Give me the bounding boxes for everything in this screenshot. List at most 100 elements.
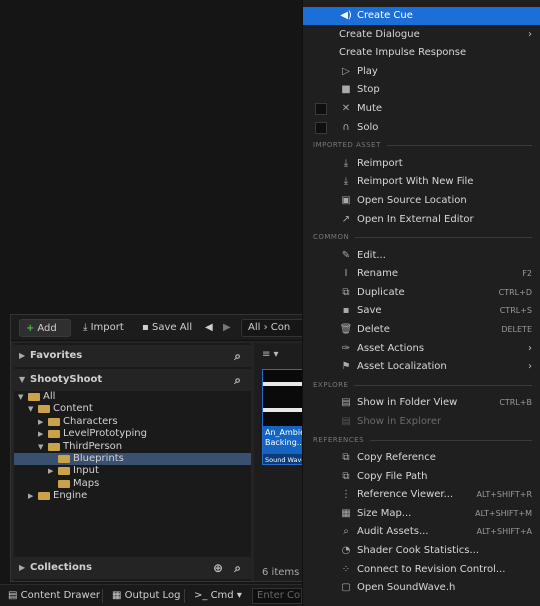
menu-item-show-in-folder-view[interactable]: ▤ Show in Folder View CTRL+B bbox=[303, 394, 540, 412]
content-browser-panel: + Add ⤓ Import ▪ Save All ◀ ▶ All › Con ▶… bbox=[10, 314, 321, 582]
add-collection-icon[interactable]: ⊕ bbox=[213, 557, 223, 579]
output-log-button[interactable]: ▦ Output Log bbox=[112, 585, 180, 606]
tree-folder-all[interactable]: ▼ All bbox=[14, 391, 251, 403]
menu-item-label: Stop bbox=[357, 84, 380, 96]
breadcrumb-content[interactable]: Con bbox=[271, 322, 290, 333]
menu-item-label: Connect to Revision Control... bbox=[357, 563, 506, 575]
add-button[interactable]: + Add bbox=[19, 319, 71, 337]
menu-item-solo[interactable]: ∩ Solo bbox=[303, 119, 540, 137]
tree-folder-label: Content bbox=[53, 403, 93, 415]
search-icon[interactable]: ⌕ bbox=[234, 369, 241, 391]
menu-item-connect-to-revision-control[interactable]: ⁘ Connect to Revision Control... bbox=[303, 561, 540, 579]
size-map-icon: ▦ bbox=[341, 507, 351, 519]
checkbox[interactable] bbox=[315, 121, 327, 134]
console-command-input[interactable]: Enter Co bbox=[252, 588, 302, 604]
menu-item-save[interactable]: ▪ Save CTRL+S bbox=[303, 302, 540, 320]
sources-panel: ▶ Favorites ⌕ ▼ ShootyShoot ⌕ ▼ All ▼ Conte… bbox=[14, 343, 251, 581]
menu-item-edit[interactable]: ✎ Edit... bbox=[303, 247, 540, 265]
chevron-right-icon[interactable]: ▶ bbox=[28, 490, 33, 502]
menu-item-label: Solo bbox=[357, 121, 379, 133]
chevron-right-icon[interactable]: ▶ bbox=[38, 416, 43, 428]
menu-item-duplicate[interactable]: ⧉ Duplicate CTRL+D bbox=[303, 284, 540, 302]
pencil-icon: ✎ bbox=[341, 249, 351, 261]
menu-item-open-soundwave-h[interactable]: ▢ Open SoundWave.h bbox=[303, 579, 540, 597]
menu-item-create-impulse-response[interactable]: Create Impulse Response bbox=[303, 44, 540, 62]
import-icon: ⤓ bbox=[83, 322, 91, 333]
chevron-down-icon[interactable]: ▼ bbox=[38, 441, 43, 453]
collections-section[interactable]: ▶ Collections ⊕ ⌕ bbox=[14, 557, 251, 579]
filter-icon[interactable]: ≡ ▾ bbox=[262, 349, 279, 360]
menu-item-stop[interactable]: ■ Stop bbox=[303, 81, 540, 99]
menu-item-play[interactable]: ▷ Play bbox=[303, 63, 540, 81]
menu-section-references: REFERENCES bbox=[303, 432, 540, 447]
shortcut-label: CTRL+D bbox=[498, 287, 532, 297]
menu-item-delete[interactable]: 🗑 Delete DELETE bbox=[303, 321, 540, 339]
cmd-label: Cmd bbox=[210, 590, 234, 601]
chevron-down-icon[interactable]: ▼ bbox=[18, 391, 23, 403]
folder-open-icon: ▣ bbox=[341, 194, 351, 206]
content-drawer-button[interactable]: ▤ Content Drawer bbox=[8, 585, 100, 606]
menu-item-asset-actions[interactable]: ✑ Asset Actions › bbox=[303, 340, 540, 358]
menu-item-create-dialogue[interactable]: Create Dialogue › bbox=[303, 26, 540, 44]
menu-item-label: Shader Cook Statistics... bbox=[357, 545, 480, 556]
menu-item-open-source-location[interactable]: ▣ Open Source Location bbox=[303, 192, 540, 210]
chevron-down-icon: ▾ bbox=[233, 590, 242, 601]
output-log-label: Output Log bbox=[124, 590, 181, 601]
shortcut-label: CTRL+B bbox=[499, 398, 532, 408]
menu-item-create-cue[interactable]: ◀) Create Cue bbox=[303, 7, 540, 25]
tree-folder-blueprints[interactable]: Blueprints bbox=[14, 453, 251, 465]
asset-tile[interactable]: An_Ambie Backing... Sound Wave bbox=[262, 369, 304, 465]
mute-icon: ✕ bbox=[341, 103, 351, 114]
tree-folder-input[interactable]: ▶ Input bbox=[14, 465, 251, 477]
menu-item-size-map[interactable]: ▦ Size Map... ALT+SHIFT+M bbox=[303, 505, 540, 523]
wrench-icon: ✑ bbox=[341, 342, 351, 354]
shortcut-label: CTRL+S bbox=[499, 306, 532, 316]
search-icon[interactable]: ⌕ bbox=[234, 345, 241, 367]
cmd-dropdown[interactable]: >_ Cmd ▾ bbox=[194, 585, 242, 606]
chevron-right-icon[interactable]: ▶ bbox=[48, 465, 53, 477]
back-arrow-icon[interactable]: ◀ bbox=[205, 319, 217, 337]
chevron-right-icon[interactable]: ▶ bbox=[38, 428, 43, 440]
menu-item-copy-file-path[interactable]: ⧉ Copy File Path bbox=[303, 468, 540, 486]
tree-folder-maps[interactable]: Maps bbox=[14, 478, 251, 490]
duplicate-icon: ⧉ bbox=[342, 286, 350, 298]
menu-item-label: Open In External Editor bbox=[357, 213, 474, 225]
project-section[interactable]: ▼ ShootyShoot ⌕ bbox=[14, 369, 251, 391]
trash-icon: 🗑 bbox=[339, 324, 353, 335]
menu-item-reference-viewer[interactable]: ⋮ Reference Viewer... ALT+SHIFT+R bbox=[303, 486, 540, 504]
checkbox[interactable] bbox=[315, 103, 327, 115]
add-label: Add bbox=[37, 323, 57, 334]
import-button[interactable]: ⤓ Import bbox=[83, 319, 124, 337]
menu-item-label: Copy File Path bbox=[357, 470, 428, 482]
content-browser-toolbar: + Add ⤓ Import ▪ Save All ◀ ▶ All › Con bbox=[11, 315, 321, 341]
menu-item-reimport-with-new-file[interactable]: ⤓ Reimport With New File bbox=[303, 173, 540, 191]
favorites-section[interactable]: ▶ Favorites ⌕ bbox=[14, 345, 251, 367]
menu-item-copy-reference[interactable]: ⧉ Copy Reference bbox=[303, 449, 540, 467]
menu-item-asset-localization[interactable]: ⚑ Asset Localization › bbox=[303, 358, 540, 376]
chevron-down-icon[interactable]: ▼ bbox=[28, 403, 33, 415]
menu-item-mute[interactable]: ✕ Mute bbox=[303, 100, 540, 118]
menu-item-rename[interactable]: I Rename F2 bbox=[303, 265, 540, 283]
waveform-line bbox=[263, 408, 303, 412]
tree-folder-characters[interactable]: ▶ Characters bbox=[14, 416, 251, 428]
tree-folder-label: ThirdPerson bbox=[63, 440, 123, 452]
log-icon: ▦ bbox=[112, 590, 125, 601]
menu-item-label: Reference Viewer... bbox=[357, 489, 454, 501]
forward-arrow-icon[interactable]: ▶ bbox=[223, 319, 235, 337]
menu-item-shader-cook-statistics[interactable]: ◔ Shader Cook Statistics... bbox=[303, 542, 540, 560]
shader-icon: ◔ bbox=[341, 545, 351, 556]
tree-folder-thirdperson[interactable]: ▼ ThirdPerson bbox=[14, 441, 251, 453]
breadcrumb-all[interactable]: All bbox=[248, 322, 260, 333]
chevron-right-icon: › bbox=[528, 28, 532, 40]
save-all-button[interactable]: ▪ Save All bbox=[142, 319, 192, 337]
tree-folder-engine[interactable]: ▶ Engine bbox=[14, 490, 251, 502]
copy-path-icon: ⧉ bbox=[342, 470, 350, 482]
tree-folder-levelprototyping[interactable]: ▶ LevelPrototyping bbox=[14, 428, 251, 440]
menu-item-reimport[interactable]: ⤓ Reimport bbox=[303, 155, 540, 173]
project-label: ShootyShoot bbox=[30, 374, 103, 385]
folder-icon bbox=[28, 393, 40, 401]
tree-folder-content[interactable]: ▼ Content bbox=[14, 403, 251, 415]
menu-item-audit-assets[interactable]: ⌕ Audit Assets... ALT+SHIFT+A bbox=[303, 523, 540, 541]
menu-item-open-in-external-editor[interactable]: ↗ Open In External Editor bbox=[303, 211, 540, 229]
search-icon[interactable]: ⌕ bbox=[234, 557, 241, 579]
